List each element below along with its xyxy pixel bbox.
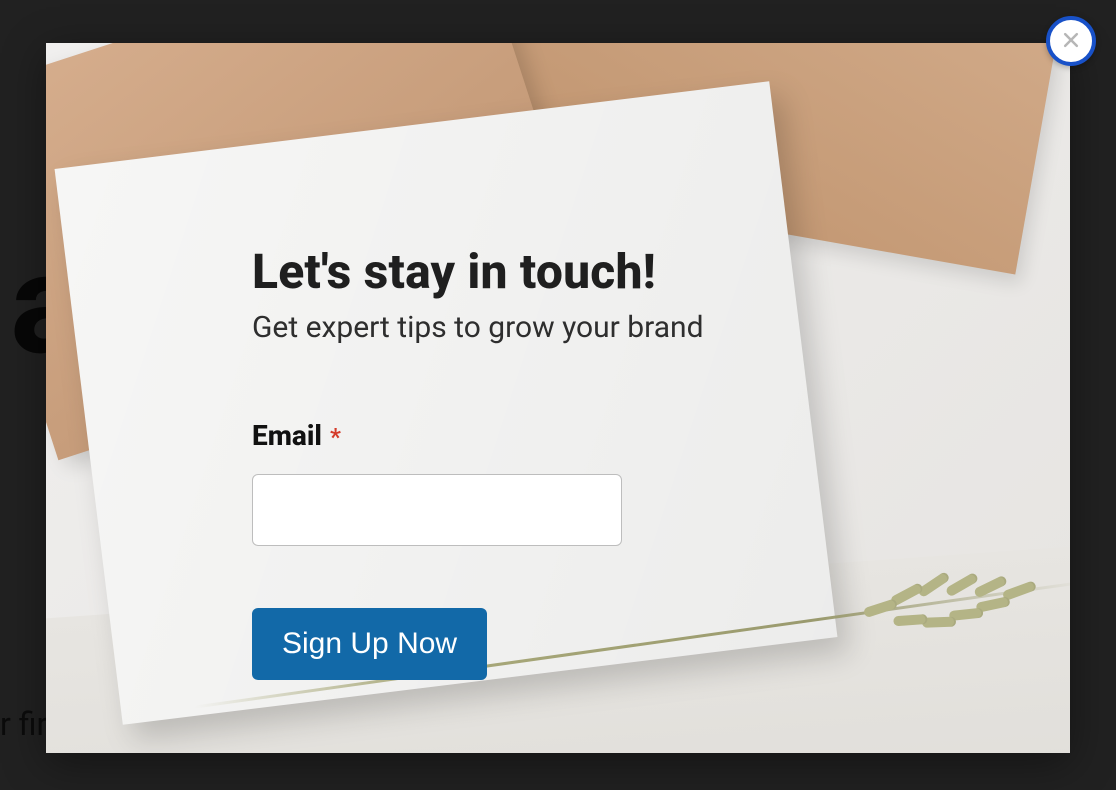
email-label: Email * bbox=[252, 419, 812, 452]
modal-title: Let's stay in touch! bbox=[252, 243, 812, 300]
email-input[interactable] bbox=[252, 474, 622, 546]
email-label-text: Email bbox=[252, 419, 322, 452]
modal-subtitle: Get expert tips to grow your brand bbox=[252, 310, 812, 345]
signup-modal: Let's stay in touch! Get expert tips to … bbox=[46, 43, 1070, 753]
close-icon bbox=[1061, 30, 1081, 53]
modal-content: Let's stay in touch! Get expert tips to … bbox=[252, 243, 812, 680]
close-button[interactable] bbox=[1046, 16, 1096, 66]
email-field-group: Email * bbox=[252, 419, 812, 546]
sign-up-button[interactable]: Sign Up Now bbox=[252, 608, 487, 680]
required-marker: * bbox=[330, 423, 341, 451]
